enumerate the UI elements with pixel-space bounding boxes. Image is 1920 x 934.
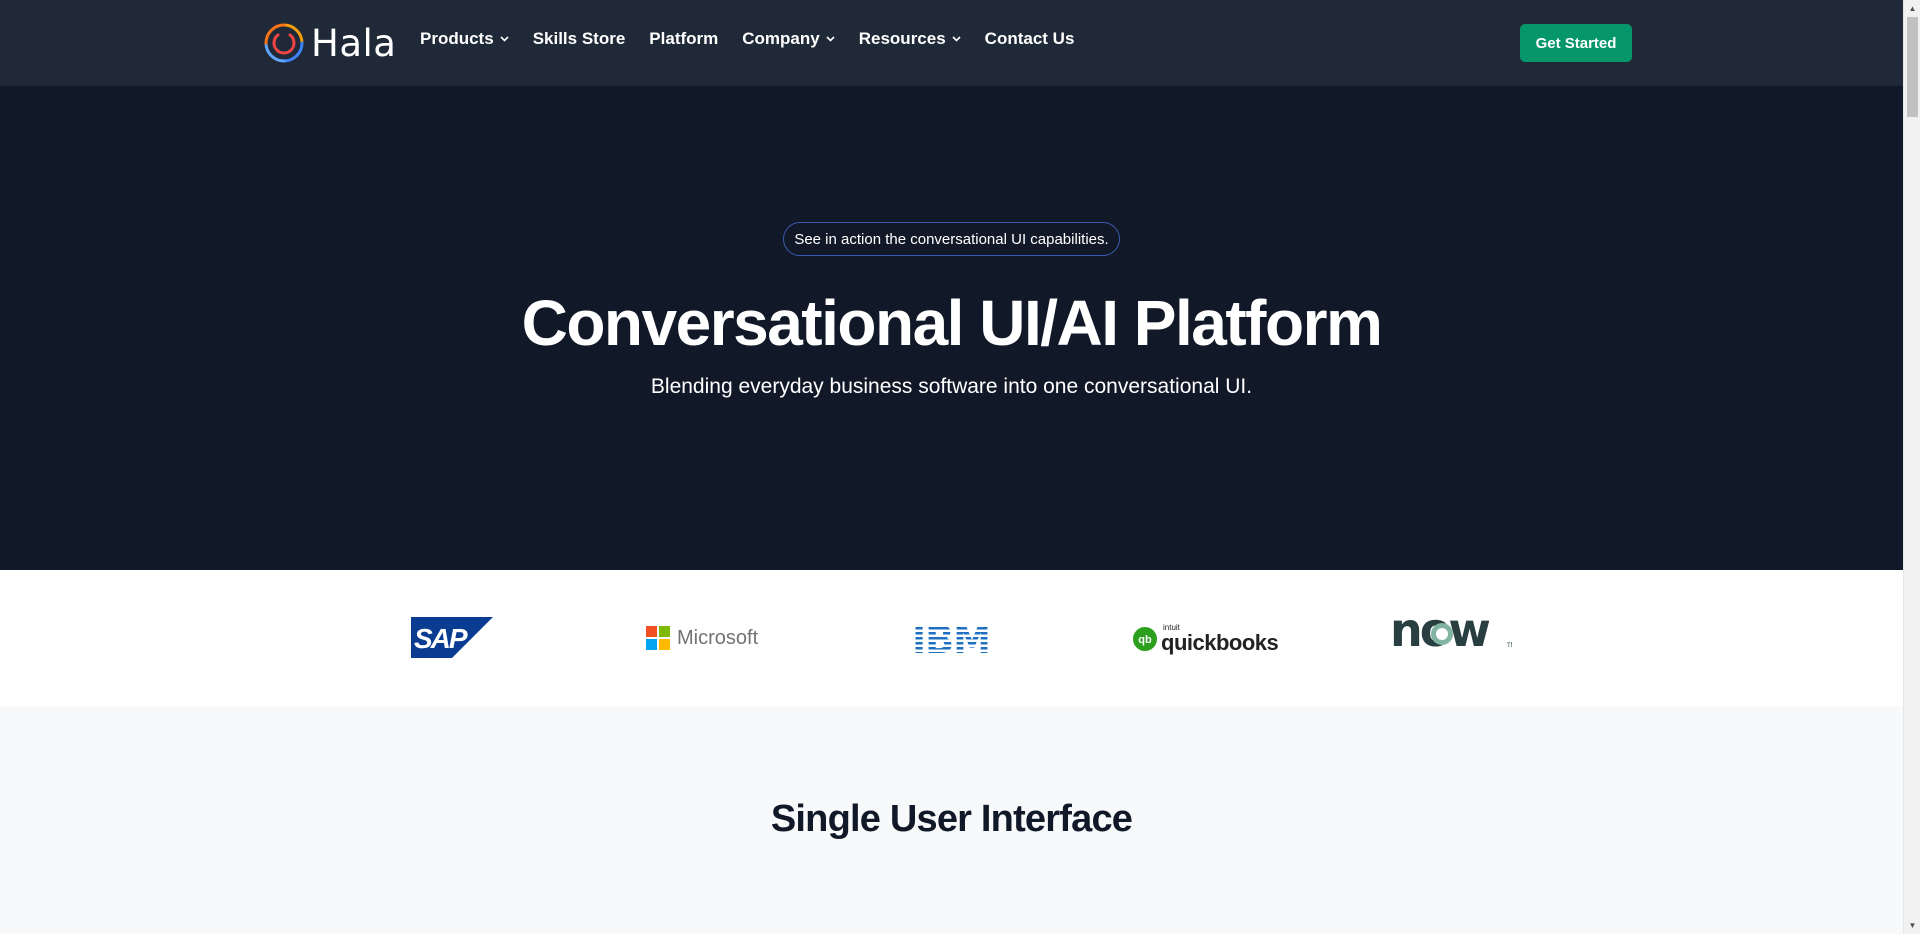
quickbooks-qb-icon: qb bbox=[1133, 627, 1157, 651]
page-scrollbar[interactable]: ▲ ▼ bbox=[1903, 0, 1920, 934]
quickbooks-logo-text: quickbooks bbox=[1161, 630, 1279, 655]
ibm-logo-text: IBM bbox=[912, 620, 990, 656]
scroll-down-arrow-icon[interactable]: ▼ bbox=[1904, 917, 1920, 934]
ibm-logo: IBM bbox=[910, 620, 992, 656]
quickbooks-logo: qb intuit quickbooks bbox=[1133, 624, 1279, 655]
hala-logo-link[interactable]: Hala bbox=[263, 21, 396, 65]
chevron-down-icon bbox=[500, 36, 509, 42]
servicenow-logo: now TM bbox=[1390, 610, 1512, 652]
nav-item-skills-store[interactable]: Skills Store bbox=[533, 29, 626, 49]
hala-logo-icon bbox=[264, 23, 304, 63]
nav-item-resources[interactable]: Resources bbox=[859, 29, 961, 49]
nav-item-label: Resources bbox=[858, 29, 946, 48]
demo-pill-link[interactable]: See in action the conversational UI capa… bbox=[783, 222, 1120, 256]
svg-text:TM: TM bbox=[1507, 643, 1512, 649]
nav-item-label: Platform bbox=[649, 29, 719, 48]
sap-logo-text: SAP bbox=[414, 623, 468, 654]
sap-logo: SAP bbox=[411, 617, 493, 658]
hero-section: See in action the conversational UI capa… bbox=[0, 86, 1903, 570]
nav-item-company[interactable]: Company bbox=[742, 29, 835, 49]
hero-title: Conversational UI/AI Platform bbox=[521, 287, 1383, 359]
nav-item-contact-us[interactable]: Contact Us bbox=[985, 29, 1075, 49]
single-ui-section: Single User Interface bbox=[0, 706, 1903, 934]
scrollbar-thumb[interactable] bbox=[1907, 17, 1918, 117]
svg-text:qb: qb bbox=[1138, 634, 1152, 646]
section-title: Single User Interface bbox=[770, 798, 1133, 840]
scroll-up-arrow-icon[interactable]: ▲ bbox=[1904, 0, 1920, 17]
microsoft-logo: Microsoft bbox=[646, 626, 758, 650]
logo-text: Hala bbox=[311, 21, 397, 65]
nav-item-products[interactable]: Products bbox=[420, 29, 509, 49]
nav-item-label: Contact Us bbox=[984, 29, 1075, 48]
nav-item-label: Products bbox=[420, 29, 494, 48]
nav-item-label: Company bbox=[742, 29, 820, 48]
chevron-down-icon bbox=[952, 36, 961, 42]
nav-item-platform[interactable]: Platform bbox=[649, 29, 718, 49]
get-started-button[interactable]: Get Started bbox=[1520, 24, 1632, 62]
hero-subtitle: Blending everyday business software into… bbox=[650, 375, 1253, 398]
partner-logos: SAP Microsoft IBM qb intuit quickbooks T bbox=[0, 570, 1903, 706]
microsoft-logo-text: Microsoft bbox=[677, 626, 759, 649]
nav-item-label: Skills Store bbox=[532, 29, 626, 48]
page: Hala Products Skills Store Platform Comp… bbox=[0, 0, 1903, 934]
main-menu: Products Skills Store Platform Company R… bbox=[420, 29, 1098, 49]
top-navbar: Hala Products Skills Store Platform Comp… bbox=[0, 0, 1903, 86]
chevron-down-icon bbox=[826, 36, 835, 42]
microsoft-squares-icon bbox=[646, 626, 670, 650]
